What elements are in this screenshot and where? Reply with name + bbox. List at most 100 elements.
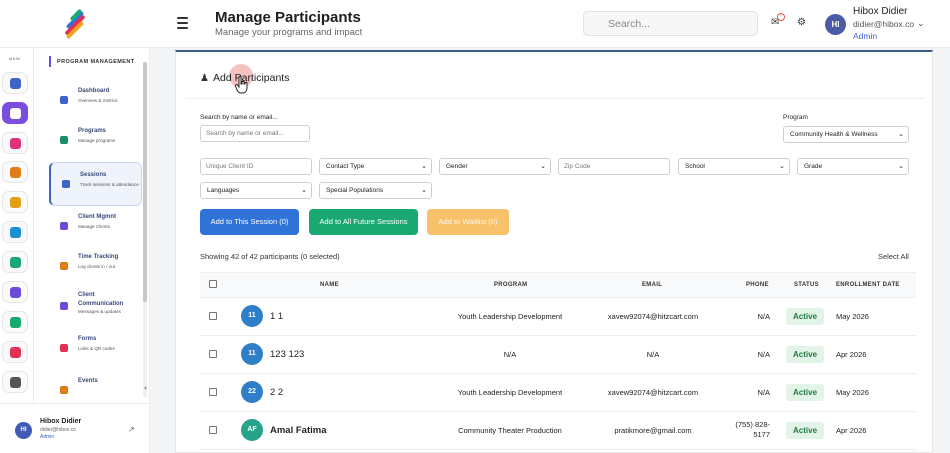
- logout-icon[interactable]: ↗: [128, 425, 135, 434]
- nav-item-programs[interactable]: Programs Manage programs: [49, 119, 142, 163]
- participant-search-input[interactable]: Search by name or email...: [200, 125, 310, 142]
- chevron-down-icon: ⌄: [421, 163, 427, 170]
- column-phone[interactable]: PHONE: [746, 282, 769, 288]
- select-all-checkbox[interactable]: [209, 280, 217, 288]
- nav-item-title: Client Mgmnt: [78, 214, 116, 220]
- app-logo[interactable]: [59, 8, 91, 40]
- participant-email: N/A: [646, 350, 660, 359]
- scroll-down-icon[interactable]: ▼: [143, 386, 148, 392]
- rail-button-graduation[interactable]: [2, 191, 28, 213]
- rail-button-settings[interactable]: [2, 371, 28, 393]
- rail-button-globe[interactable]: [2, 221, 28, 243]
- handshake-icon: [10, 138, 21, 149]
- participant-phone: N/A: [757, 350, 770, 359]
- enrollment-date: Apr 2026: [836, 426, 867, 435]
- rail-button-org-chart[interactable]: [2, 102, 28, 124]
- nav-scroll-thumb[interactable]: [143, 62, 147, 302]
- column-status[interactable]: STATUS: [794, 282, 819, 288]
- status-badge: Active: [786, 308, 825, 325]
- add-to-waitlist-button[interactable]: Add to Waitlist (0): [427, 209, 509, 235]
- table-row[interactable]: 22 2 2 Youth Leadership Development xavew92…: [200, 374, 916, 412]
- column-program[interactable]: PROGRAM: [494, 282, 527, 288]
- rail-button-pie-chart[interactable]: [2, 341, 28, 363]
- row-checkbox[interactable]: [209, 426, 217, 434]
- add-to-future-sessions-button[interactable]: Add to All Future Sessions: [309, 209, 418, 235]
- nav-item-title: Dashboard: [78, 88, 110, 94]
- nav-item-forms[interactable]: Forms Links & QR codes: [49, 327, 142, 371]
- rail-label: MAIN: [9, 56, 21, 61]
- sidebar-user-name: Hibox Didier: [40, 418, 82, 425]
- clients-icon: [60, 222, 68, 230]
- participant-name: 2 2: [270, 387, 284, 398]
- client-id-input[interactable]: Unique Client ID: [200, 158, 312, 175]
- special-populations-select[interactable]: Special Populations ⌄: [319, 182, 432, 199]
- column-enrollment-date[interactable]: ENROLLMENT DATE: [836, 282, 900, 288]
- column-email[interactable]: EMAIL: [642, 282, 662, 288]
- chevron-down-icon: ⌄: [421, 187, 427, 194]
- theme-toggle-icon[interactable]: ⚙: [797, 18, 806, 28]
- add-to-session-button[interactable]: Add to This Session (0): [200, 209, 299, 235]
- participant-phone: (755) 828- 5177: [735, 420, 770, 439]
- enrollment-date: Apr 2026: [836, 350, 867, 359]
- sessions-icon: [62, 180, 70, 188]
- participant-program: Community Theater Production: [458, 426, 562, 435]
- nav-item-title: Time Tracking: [78, 254, 119, 260]
- school-select[interactable]: School ⌄: [678, 158, 790, 175]
- participant-avatar: 11: [241, 343, 263, 365]
- gender-value: Gender: [446, 163, 468, 170]
- top-header: Manage Participants Manage your programs…: [150, 0, 950, 48]
- participant-name: Amal Fatima: [270, 425, 327, 436]
- nav-item-dashboard[interactable]: Dashboard Overview & metrics: [49, 79, 142, 123]
- program-select[interactable]: Community Health & Wellness ⌄: [783, 126, 909, 143]
- chevron-down-icon: ⌄: [540, 163, 546, 170]
- nav-item-time-tracking[interactable]: Time Tracking Log clients in / out: [49, 245, 142, 289]
- participant-avatar: AF: [241, 419, 263, 441]
- table-row[interactable]: 11 123 123 N/A N/A N/A Active Apr 2026: [200, 336, 916, 374]
- people-icon: [10, 317, 21, 328]
- settings-icon: [10, 377, 21, 388]
- rail-button-document[interactable]: [2, 161, 28, 183]
- avatar[interactable]: HI: [825, 14, 846, 35]
- chevron-down-icon[interactable]: ⌄: [917, 18, 925, 29]
- nav-item-client-mgmnt[interactable]: Client Mgmnt Manage Clients: [49, 205, 142, 249]
- participant-email: pratikmore@gmail.com: [614, 426, 692, 435]
- nav-item-title: Client Communication: [78, 292, 124, 307]
- forms-icon: [60, 344, 68, 352]
- enrollment-date: May 2026: [836, 388, 869, 397]
- nav-item-title: Sessions: [80, 172, 107, 178]
- gender-select[interactable]: Gender ⌄: [439, 158, 551, 175]
- participant-program: N/A: [503, 350, 517, 359]
- table-row[interactable]: AF Amal Fatima Community Theater Productio…: [200, 412, 916, 450]
- nav-item-subtitle: Overview & metrics: [78, 98, 118, 103]
- document-icon: [10, 167, 21, 178]
- rail-button-home[interactable]: [2, 72, 28, 94]
- grade-select[interactable]: Grade ⌄: [797, 158, 909, 175]
- zip-code-input[interactable]: Zip Code: [558, 158, 670, 175]
- rail-button-edit-form[interactable]: [2, 281, 28, 303]
- global-search-input[interactable]: Search...: [583, 11, 758, 36]
- chat-icon: [60, 302, 68, 310]
- rail-button-network[interactable]: [2, 251, 28, 273]
- row-checkbox[interactable]: [209, 312, 217, 320]
- languages-select[interactable]: Languages ⌄: [200, 182, 312, 199]
- select-all-link[interactable]: Select All: [878, 252, 909, 261]
- menu-icon[interactable]: [177, 17, 188, 29]
- nav-item-sessions[interactable]: Sessions Track sessions & attendance: [49, 162, 142, 206]
- contact-type-select[interactable]: Contact Type ⌄: [319, 158, 432, 175]
- row-checkbox[interactable]: [209, 350, 217, 358]
- participant-avatar: 11: [241, 305, 263, 327]
- rail-button-handshake[interactable]: [2, 132, 28, 154]
- row-checkbox[interactable]: [209, 388, 217, 396]
- nav-item-client-communication[interactable]: Client Communication Messages & updates: [49, 285, 142, 329]
- graduation-icon: [10, 197, 21, 208]
- panel-title: Add Participants: [213, 72, 290, 84]
- status-badge: Active: [786, 384, 825, 401]
- chevron-down-icon: ⌄: [779, 163, 785, 170]
- home-icon: [10, 78, 21, 89]
- add-participants-panel: ♟ Add Participants Search by name or ema…: [175, 50, 933, 453]
- rail-button-people[interactable]: [2, 311, 28, 333]
- chevron-down-icon: ⌄: [301, 187, 307, 194]
- table-row[interactable]: 11 1 1 Youth Leadership Development xavew92…: [200, 298, 916, 336]
- user-name: Hibox Didier: [853, 6, 908, 17]
- column-name[interactable]: NAME: [320, 282, 339, 288]
